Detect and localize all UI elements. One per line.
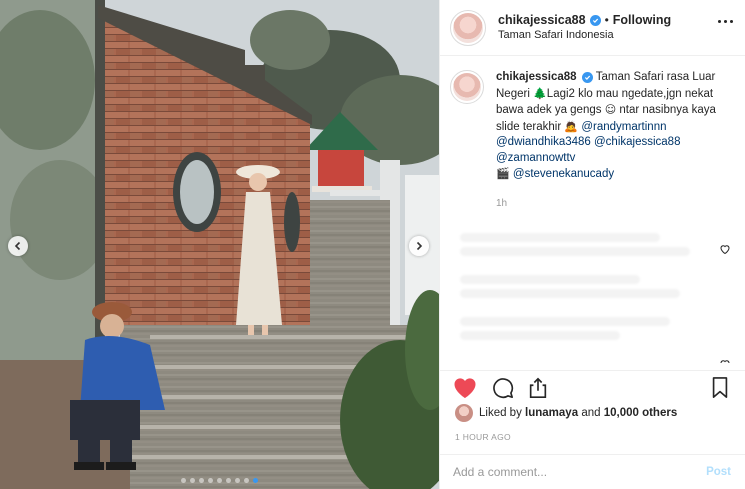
verified-badge-icon [589,14,601,26]
mention-link[interactable]: @dwiandhika3486 [496,136,591,148]
tree-emoji: 🌲 [533,86,547,100]
carousel-indicator [0,478,439,483]
liker-avatar[interactable] [455,404,473,422]
smile-emoji: ☺ [604,103,617,116]
mention-link[interactable]: @zamannowttv [496,152,575,164]
likes-count[interactable]: 10,000 others [604,407,678,419]
heart-icon[interactable] [453,377,477,399]
comment-like-heart-icon[interactable] [719,243,731,255]
more-options-icon[interactable] [718,20,733,23]
carousel-dot [217,478,222,483]
clapper-emoji: 🎬 [496,167,510,180]
liker-username[interactable]: lunamaya [525,407,578,419]
post-comment-button[interactable]: Post [706,466,731,478]
mention-link[interactable]: @stevenekanucady [513,168,614,180]
carousel-dot [253,478,258,483]
mention-link[interactable]: @randymartinnn [581,121,666,133]
mention-link[interactable]: @chikajessica88 [594,136,680,148]
verified-badge-icon [581,72,593,83]
following-button[interactable]: Following [613,13,671,28]
share-icon[interactable] [527,377,549,399]
carousel-dot [199,478,204,483]
carousel-dot [208,478,213,483]
post-location[interactable]: Taman Safari Indonesia [498,28,671,43]
photo-scene [0,0,439,489]
caption-username[interactable]: chikajessica88 [496,71,577,83]
author-username[interactable]: chikajessica88 [498,13,586,28]
carousel-dot [226,478,231,483]
comments-area [450,225,740,365]
comment-form: Post [439,454,745,489]
comment-like-heart-icon[interactable] [719,358,731,366]
carousel-dot [181,478,186,483]
chevron-right-icon [416,241,423,251]
header-separator: • [604,12,609,27]
chevron-left-icon [14,241,21,251]
caption-timestamp: 1h [496,197,508,209]
comment-icon[interactable] [491,377,515,399]
bowing-person-emoji: 🙇 [564,119,579,133]
carousel-prev-button[interactable] [8,236,28,256]
carousel-dot [244,478,249,483]
carousel-next-button[interactable] [409,236,429,256]
bookmark-icon[interactable] [711,377,729,399]
likes-prefix: Liked by [479,407,522,419]
comment-input[interactable] [453,465,707,479]
post-actions-bar [439,370,745,404]
post-header: chikajessica88 • Following Taman Safari … [440,0,745,56]
post-photo[interactable] [0,0,439,489]
carousel-dot [190,478,195,483]
post-timestamp[interactable]: 1 HOUR AGO [455,432,511,442]
likes-connector: and [581,407,601,419]
caption-avatar[interactable] [450,70,484,104]
author-avatar[interactable] [450,9,486,46]
likes-summary: Liked by lunamaya and 10,000 others [455,404,677,422]
post-caption: chikajessica88 Taman Safari rasa Luar Ne… [450,70,736,211]
carousel-dot [235,478,240,483]
